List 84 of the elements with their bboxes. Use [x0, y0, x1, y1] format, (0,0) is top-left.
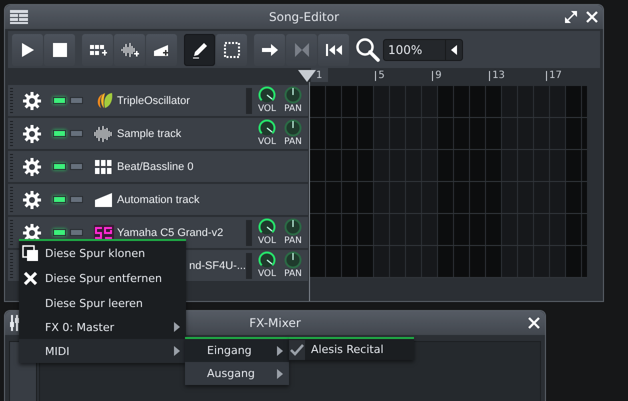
- knob-label: PAN: [284, 236, 302, 246]
- bowtie-icon: [292, 40, 310, 58]
- gear-icon[interactable]: [23, 158, 41, 176]
- close-icon: [22, 270, 39, 287]
- mute-toggle[interactable]: [53, 97, 66, 104]
- volume-knob[interactable]: [258, 118, 276, 136]
- knob-label: VOL: [258, 268, 276, 278]
- bar-number: 5: [375, 71, 432, 81]
- waveform-plus-icon: [120, 40, 138, 58]
- pan-knob[interactable]: [284, 118, 302, 136]
- mute-toggle[interactable]: [53, 196, 66, 203]
- window-icon: [10, 10, 28, 24]
- maximize-icon[interactable]: [565, 11, 577, 23]
- bar-number: 17: [546, 71, 603, 81]
- track-grid[interactable]: [310, 86, 587, 278]
- window-title: FX-Mixer: [249, 316, 301, 330]
- gear-icon[interactable]: [23, 92, 41, 110]
- play-button[interactable]: [12, 34, 43, 66]
- drag-handle[interactable]: [10, 252, 13, 278]
- track-name[interactable]: TripleOscillator: [117, 94, 190, 106]
- pan-knob[interactable]: [284, 250, 302, 268]
- track-name[interactable]: Automation track: [117, 194, 200, 206]
- window-title: Song-Editor: [268, 10, 340, 24]
- stop-icon: [50, 40, 68, 58]
- stop-button[interactable]: [44, 34, 75, 66]
- solo-toggle[interactable]: [70, 196, 83, 203]
- copy-icon: [22, 245, 39, 262]
- mute-toggle[interactable]: [53, 163, 66, 170]
- menu-item[interactable]: Diese Spur leeren: [19, 291, 186, 315]
- drag-handle[interactable]: [10, 220, 13, 246]
- solo-toggle[interactable]: [70, 163, 83, 170]
- playhead-marker[interactable]: [298, 70, 316, 82]
- solo-toggle[interactable]: [70, 130, 83, 137]
- close-icon[interactable]: [528, 317, 540, 329]
- dotted-rectangle-icon: [222, 40, 240, 58]
- menu-item[interactable]: Eingang: [185, 339, 289, 362]
- pan-knob[interactable]: [284, 218, 302, 236]
- add-sample-button[interactable]: [114, 34, 145, 66]
- add-automation-button[interactable]: [146, 34, 177, 66]
- mute-toggle[interactable]: [53, 130, 66, 137]
- volume-knob[interactable]: [258, 86, 276, 104]
- knob-label: VOL: [258, 104, 276, 114]
- menu-item[interactable]: Diese Spur entfernen: [19, 266, 186, 291]
- menu-item[interactable]: MIDI: [19, 339, 186, 363]
- zoom-combobox[interactable]: 100%: [383, 38, 463, 60]
- knob-label: PAN: [284, 136, 302, 146]
- drag-handle[interactable]: [10, 120, 13, 146]
- menu-item[interactable]: FX 0: Master: [19, 315, 186, 339]
- volume-knob[interactable]: [258, 218, 276, 236]
- add-beat-button[interactable]: [82, 34, 113, 66]
- knob-label: VOL: [258, 136, 276, 146]
- gear-icon[interactable]: [23, 190, 41, 208]
- pencil-icon: [190, 40, 208, 58]
- knob-label: VOL: [258, 236, 276, 246]
- pan-knob[interactable]: [284, 86, 302, 104]
- menu-item[interactable]: Alesis Recital: [289, 339, 414, 360]
- close-icon[interactable]: [586, 11, 598, 23]
- arrow-button[interactable]: [254, 34, 285, 66]
- volume-knob[interactable]: [258, 250, 276, 268]
- menu-item[interactable]: Ausgang: [185, 362, 289, 385]
- track-name[interactable]: Yamaha C5 Grand-v2: [117, 226, 224, 238]
- select-button[interactable]: [216, 34, 247, 66]
- solo-toggle[interactable]: [70, 229, 83, 236]
- menu-item[interactable]: Diese Spur klonen: [19, 241, 186, 266]
- track-name[interactable]: nd-SF4U-...: [189, 260, 246, 272]
- bar-number: 13: [489, 71, 546, 81]
- drag-handle[interactable]: [10, 154, 13, 180]
- knob-label: PAN: [284, 268, 302, 278]
- gear-icon[interactable]: [23, 124, 41, 142]
- mute-toggle[interactable]: [53, 229, 66, 236]
- drag-handle[interactable]: [10, 186, 13, 212]
- search-icon: [355, 36, 381, 62]
- solo-toggle[interactable]: [70, 97, 83, 104]
- rewind-button[interactable]: [318, 34, 349, 66]
- knob-label: PAN: [284, 104, 302, 114]
- waveform-icon: [94, 124, 114, 144]
- drag-handle[interactable]: [10, 88, 13, 114]
- track-name[interactable]: Sample track: [117, 128, 182, 140]
- draw-button[interactable]: [184, 34, 215, 66]
- track-name[interactable]: Beat/Bassline 0: [117, 160, 194, 172]
- bar-number: 9: [432, 71, 490, 81]
- sliders-icon: [10, 315, 19, 331]
- caret-icon: [451, 44, 457, 54]
- bar-number: 1: [311, 68, 328, 82]
